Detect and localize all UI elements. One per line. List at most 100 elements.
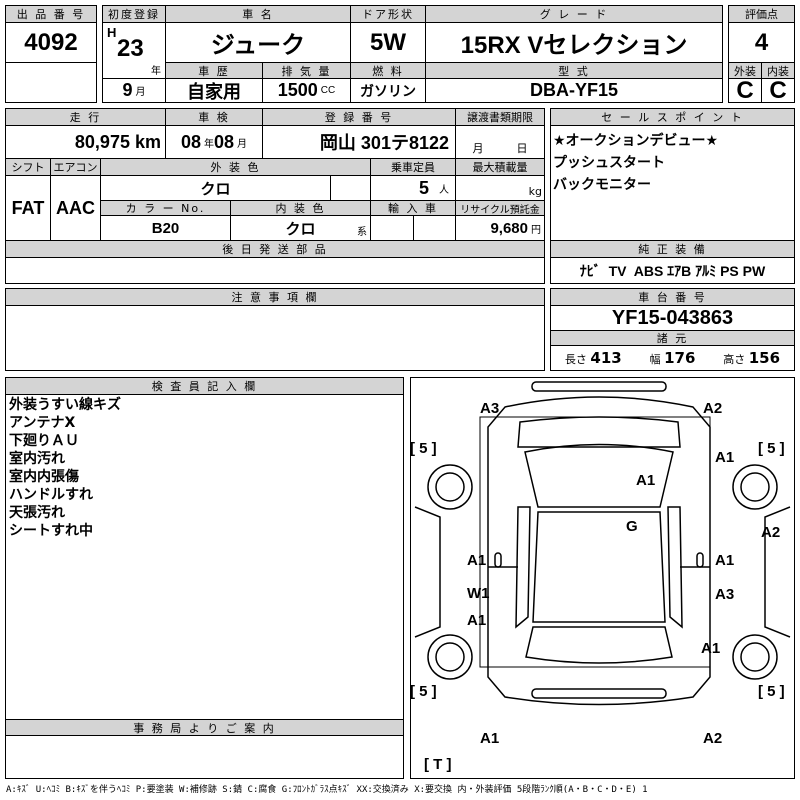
int-color: クロ 系 [230, 215, 371, 241]
int-color-value: クロ [285, 220, 316, 238]
inspector-note: アンテナX [9, 415, 76, 431]
sales-points: ★オークションデビュー★ プッシュスタート バックモニター [550, 125, 795, 241]
ext-grade-label: 外装 [728, 62, 762, 79]
insp-month: 08 [214, 131, 235, 152]
score-label: 評価点 [728, 5, 795, 23]
left-side-glass [515, 506, 531, 629]
damage-mark: A1 [701, 640, 721, 657]
capacity-value: 5 [418, 177, 429, 198]
damage-mark: A3 [715, 586, 735, 603]
mileage-value: 80,975 [74, 131, 130, 152]
hood-outline [479, 416, 711, 668]
inspector-note: シートすれ中 [9, 523, 93, 539]
rear-glass [525, 626, 673, 664]
displacement: 1500 CC [262, 78, 351, 103]
score: 4 [728, 22, 795, 63]
capacity: 5人 [370, 175, 456, 201]
width-label: 幅 [649, 353, 661, 366]
inspection-label: 車 検 [165, 108, 263, 126]
transfer-month: 月 [472, 142, 484, 155]
damage-mark: A2 [761, 524, 781, 541]
recycle-unit: 円 [531, 224, 541, 236]
car-diagram [414, 381, 791, 706]
height-value: 156 [748, 349, 781, 367]
int-color-label: 内 装 色 [230, 200, 371, 216]
door: 5W [350, 22, 426, 63]
capacity-label: 乗車定員 [370, 158, 456, 176]
ext-color: クロ [100, 175, 331, 201]
legend: A:ｷｽﾞ U:ﾍｺﾐ B:ｷｽﾞを伴うﾍｺﾐ P:要塗装 W:補修跡 S:錆 … [6, 785, 648, 795]
later-parts [5, 257, 545, 284]
import-cell-2 [413, 215, 456, 241]
lot-label: 出 品 番 号 [5, 5, 97, 23]
recycle-value: 9,680 [490, 219, 528, 237]
grade: 15RX Vセレクション [425, 22, 723, 63]
car-name-label: 車 名 [165, 5, 351, 23]
inspection: 08 年 08 月 [165, 125, 263, 159]
grade-label: グ レ ー ド [425, 5, 723, 23]
history-label: 車 歴 [165, 62, 263, 79]
front-grille [517, 416, 681, 448]
spare-tire: [ T ] [424, 756, 452, 773]
width-value: 176 [664, 349, 696, 367]
capacity-unit: 人 [439, 184, 449, 196]
mileage: 80,975 km [5, 125, 166, 159]
model: DBA-YF15 [425, 78, 723, 103]
mileage-label: 走 行 [5, 108, 166, 126]
fuel: ガソリン [350, 78, 426, 103]
registration-label: 登 録 番 号 [262, 108, 456, 126]
displacement-unit: CC [320, 85, 336, 96]
body-outline [487, 396, 711, 706]
era: H [107, 25, 117, 40]
length-label: 長さ [564, 353, 587, 366]
inspector-note: ハンドルすれ [9, 487, 93, 503]
month: 9 [122, 80, 133, 100]
color-no-label: カ ラ ー No. [100, 200, 231, 216]
aircon: AAC [50, 175, 101, 241]
inspector-note: 天張汚れ [9, 505, 65, 521]
ext-color-extra [330, 175, 371, 201]
damage-mark: A1 [715, 449, 735, 466]
year-unit: 年 [151, 66, 161, 77]
displacement-label: 排 気 量 [262, 62, 351, 79]
ext-grade: C [728, 78, 762, 103]
tire-tread-fr: [ 5 ] [758, 440, 785, 457]
sales-point: プッシュスタート [553, 155, 665, 171]
history: 自家用 [165, 78, 263, 103]
registration: 岡山 301テ8122 [262, 125, 456, 159]
damage-mark: A2 [703, 400, 723, 417]
color-no: B20 [100, 215, 231, 241]
int-grade-label: 内装 [761, 62, 795, 79]
first-reg-month: 9月 [102, 78, 166, 103]
equipment: ﾅﾋﾞ TV ABS ｴｱB ｱﾙﾐ PS PW [550, 257, 795, 284]
transfer-label: 譲渡書類期限 [455, 108, 545, 126]
spec-label: 諸 元 [550, 330, 795, 346]
later-parts-label: 後 日 発 送 部 品 [5, 240, 545, 258]
damage-mark: A2 [703, 730, 723, 747]
rear-bumper [531, 688, 667, 699]
right-handle [696, 552, 704, 568]
tire-rear-left [427, 634, 473, 680]
equipment-label: 純 正 装 備 [550, 240, 795, 258]
tire-front-right [732, 464, 778, 510]
damage-mark: G [626, 518, 638, 535]
tire-tread-rl: [ 5 ] [410, 683, 437, 700]
tire-tread-fl: [ 5 ] [410, 440, 437, 457]
car-name: ジューク [165, 22, 351, 63]
inspector-note: 室内内張傷 [9, 469, 79, 485]
damage-mark: A3 [480, 400, 500, 417]
transfer-deadline: 月日 [455, 125, 545, 159]
tire-rear-right [732, 634, 778, 680]
aircon-label: エアコン [50, 158, 101, 176]
tire-front-left [427, 464, 473, 510]
fuel-label: 燃 料 [350, 62, 426, 79]
damage-mark: W1 [467, 585, 490, 602]
sales-point: バックモニター [553, 177, 651, 193]
first-reg-year: H 23 年 [102, 22, 166, 79]
chassis-number: YF15-043863 [550, 305, 795, 331]
insp-year-unit: 年 [204, 138, 214, 150]
width: 幅 176 [650, 349, 696, 367]
model-label: 型 式 [425, 62, 723, 79]
recycle-label: リサイクル預託金 [455, 200, 545, 216]
office-label: 事 務 局 よ り ご 案 内 [5, 719, 404, 736]
